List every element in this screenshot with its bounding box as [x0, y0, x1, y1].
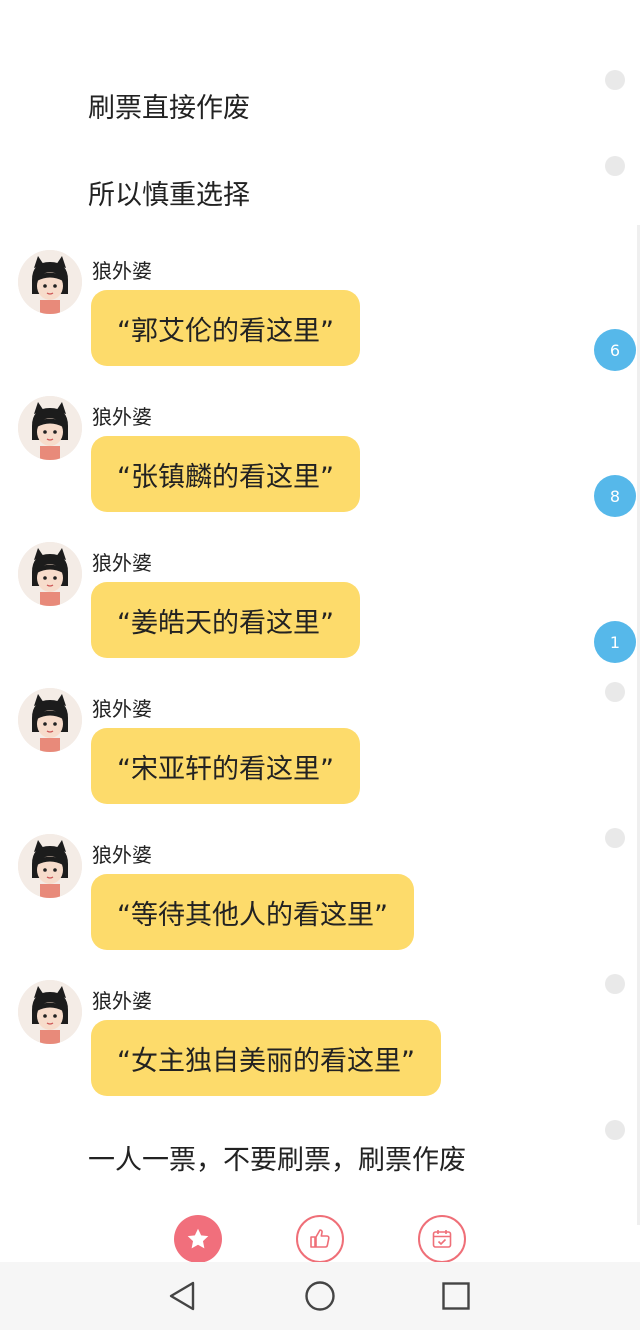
avatar[interactable]	[18, 542, 82, 606]
chat-message: 狼外婆 “姜皓天的看这里”	[0, 542, 600, 662]
action-bar	[0, 1215, 640, 1265]
circle-home-icon	[305, 1281, 335, 1311]
like-button[interactable]	[296, 1215, 344, 1263]
message-bubble: “郭艾伦的看这里”	[91, 290, 360, 366]
sender-name: 狼外婆	[92, 843, 152, 867]
calendar-check-icon	[432, 1230, 452, 1248]
comment-dot[interactable]	[605, 156, 625, 176]
avatar-illustration-icon	[18, 834, 82, 898]
message-bubble: “宋亚轩的看这里”	[91, 728, 360, 804]
message-bubble: “姜皓天的看这里”	[91, 582, 360, 658]
comment-dot[interactable]	[605, 974, 625, 994]
chat-message: 狼外婆 “等待其他人的看这里”	[0, 834, 600, 954]
chat-message: 狼外婆 “张镇麟的看这里”	[0, 396, 600, 516]
sender-name: 狼外婆	[92, 551, 152, 575]
article-line-2: 所以慎重选择	[88, 180, 250, 211]
comment-dot[interactable]	[605, 682, 625, 702]
avatar-illustration-icon	[18, 980, 82, 1044]
comment-count-badge[interactable]: 1	[594, 621, 636, 663]
message-bubble: “等待其他人的看这里”	[91, 874, 414, 950]
sender-name: 狼外婆	[92, 405, 152, 429]
comment-dot[interactable]	[605, 70, 625, 90]
chat-message: 狼外婆 “宋亚轩的看这里”	[0, 688, 600, 808]
chat-message: 狼外婆 “郭艾伦的看这里”	[0, 250, 600, 370]
avatar[interactable]	[18, 980, 82, 1044]
thumbs-up-icon	[310, 1229, 330, 1248]
comment-dot[interactable]	[605, 1120, 625, 1140]
comment-count-badge[interactable]: 8	[594, 475, 636, 517]
triangle-back-icon	[169, 1281, 195, 1311]
article-line-1: 刷票直接作废	[88, 93, 250, 124]
square-recents-icon	[442, 1282, 470, 1310]
article-footer-line: 一人一票，不要刷票，刷票作废	[88, 1145, 466, 1176]
avatar-illustration-icon	[18, 542, 82, 606]
sender-name: 狼外婆	[92, 697, 152, 721]
comment-dot[interactable]	[605, 828, 625, 848]
avatar[interactable]	[18, 396, 82, 460]
avatar[interactable]	[18, 834, 82, 898]
sender-name: 狼外婆	[92, 259, 152, 283]
avatar-illustration-icon	[18, 250, 82, 314]
chat-message: 狼外婆 “女主独自美丽的看这里”	[0, 980, 600, 1100]
favorite-button[interactable]	[174, 1215, 222, 1263]
message-bubble: “张镇麟的看这里”	[91, 436, 360, 512]
recents-button[interactable]	[436, 1276, 476, 1316]
sender-name: 狼外婆	[92, 989, 152, 1013]
avatar-illustration-icon	[18, 396, 82, 460]
message-bubble: “女主独自美丽的看这里”	[91, 1020, 441, 1096]
back-button[interactable]	[163, 1276, 203, 1316]
star-icon	[187, 1228, 209, 1249]
avatar[interactable]	[18, 688, 82, 752]
home-button[interactable]	[300, 1276, 340, 1316]
system-nav-bar	[0, 1262, 640, 1330]
avatar[interactable]	[18, 250, 82, 314]
share-button[interactable]	[418, 1215, 466, 1263]
comment-count-badge[interactable]: 6	[594, 329, 636, 371]
avatar-illustration-icon	[18, 688, 82, 752]
